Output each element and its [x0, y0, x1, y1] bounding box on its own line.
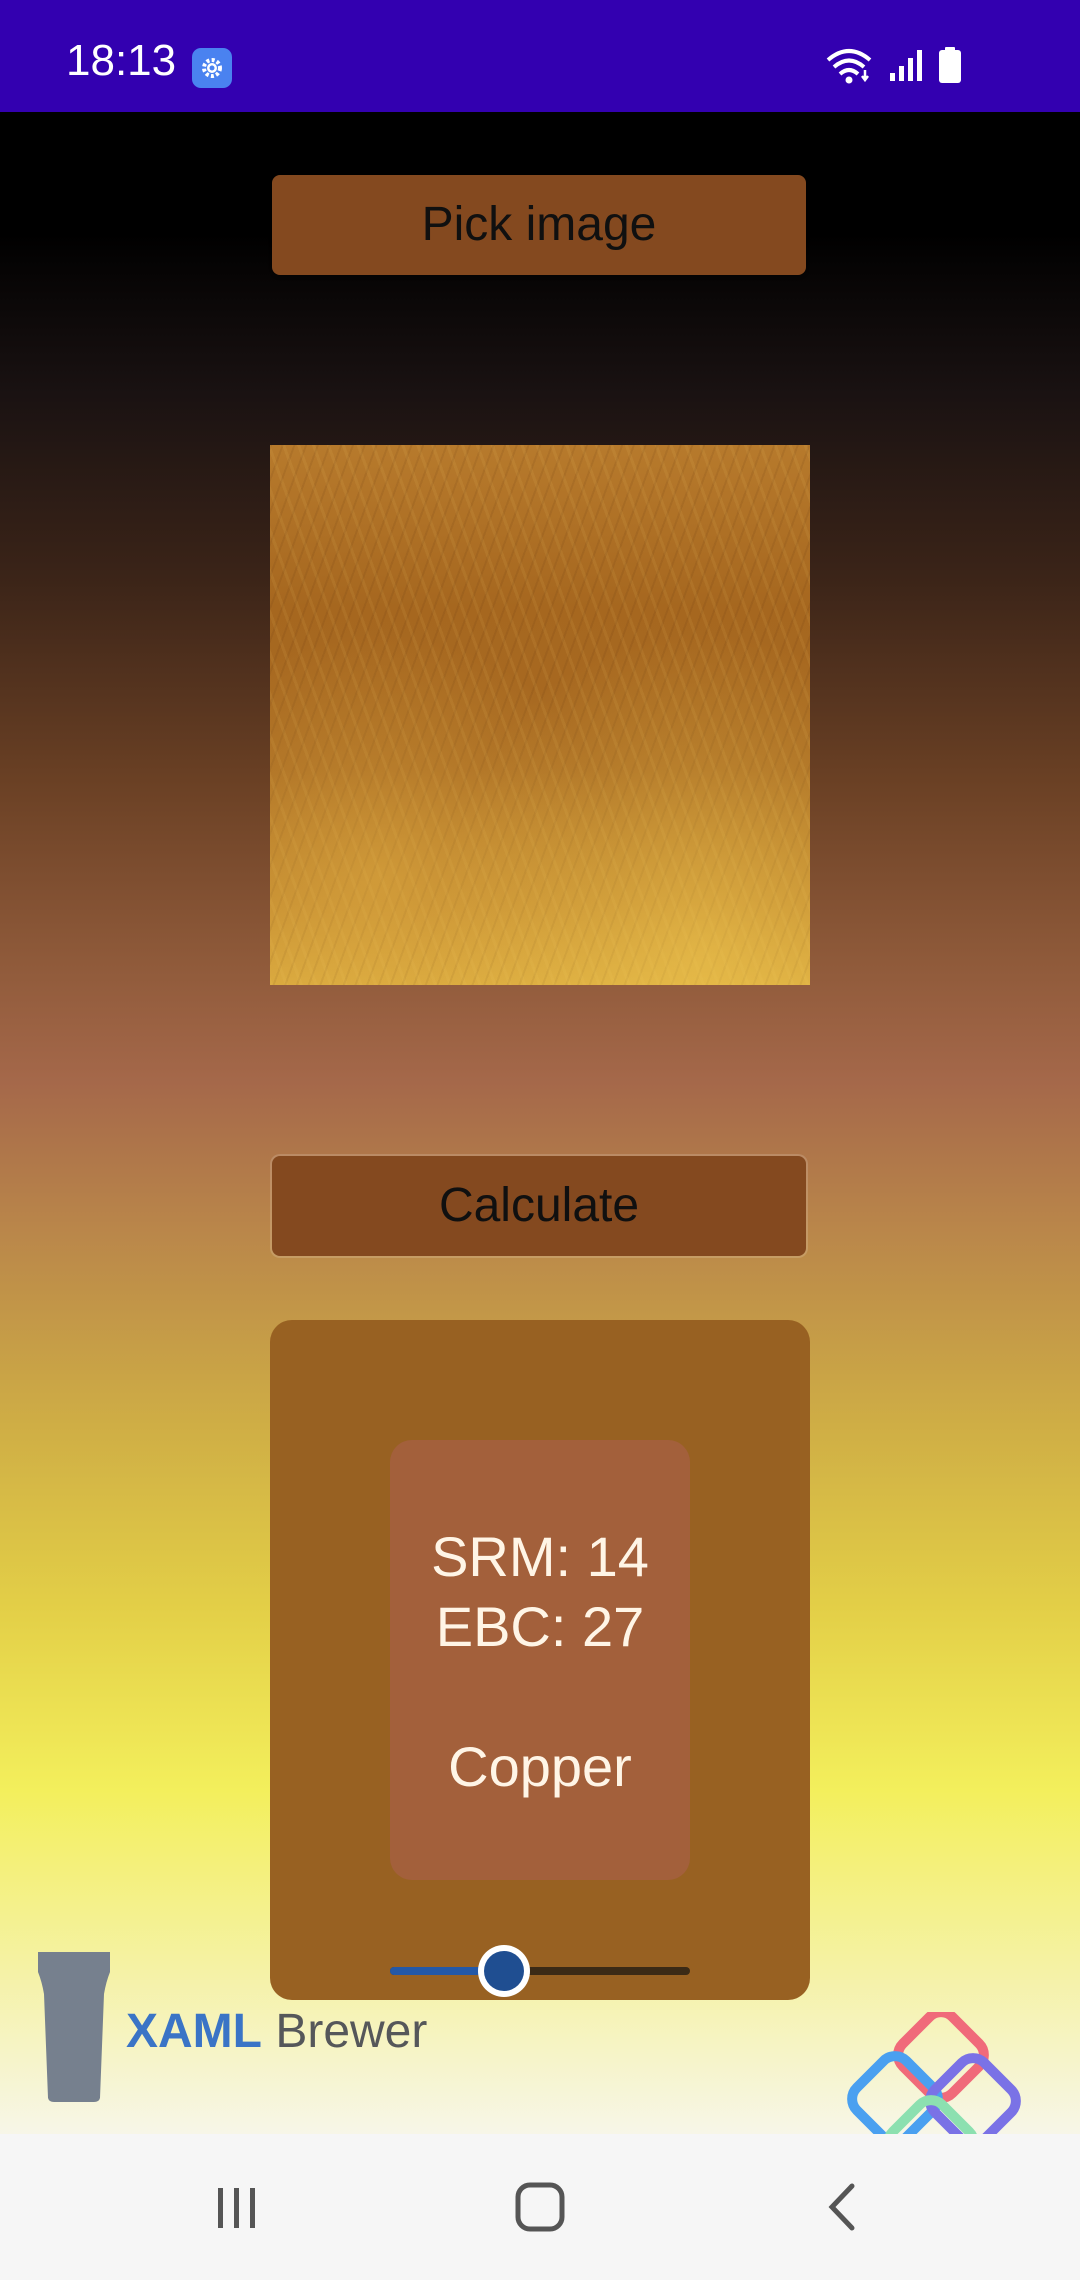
slider-thumb[interactable] [484, 1951, 524, 1991]
beer-image [270, 445, 810, 985]
srm-value: SRM: 14 [431, 1525, 649, 1588]
settings-icon [192, 48, 232, 88]
brand-logo: XAML Brewer [126, 2004, 427, 2059]
status-icons [824, 46, 962, 84]
recents-icon[interactable] [212, 2174, 262, 2234]
status-bar: 18:13 [0, 0, 1080, 112]
back-icon[interactable] [822, 2174, 862, 2234]
signal-icon [890, 50, 922, 81]
result-panel: SRM: 14 EBC: 27 Copper [270, 1320, 810, 2000]
beer-glass-icon [38, 1952, 110, 2102]
home-icon[interactable] [514, 2174, 568, 2234]
brand-xaml: XAML [126, 2005, 262, 2058]
color-name: Copper [448, 1735, 632, 1798]
app-content: Pick image Calculate SRM: 14 EBC: 27 Cop… [0, 112, 1080, 2191]
pick-image-button[interactable]: Pick image [272, 175, 806, 275]
color-swatch: SRM: 14 EBC: 27 Copper [390, 1440, 690, 1880]
brand-brewer: Brewer [261, 2005, 428, 2058]
ebc-value: EBC: 27 [435, 1595, 645, 1658]
navigation-bar [0, 2134, 1080, 2280]
calculate-button[interactable]: Calculate [272, 1156, 806, 1256]
wifi-icon [826, 49, 872, 84]
status-time: 18:13 [66, 36, 177, 85]
color-slider[interactable] [390, 1951, 690, 1991]
battery-icon [939, 47, 961, 83]
